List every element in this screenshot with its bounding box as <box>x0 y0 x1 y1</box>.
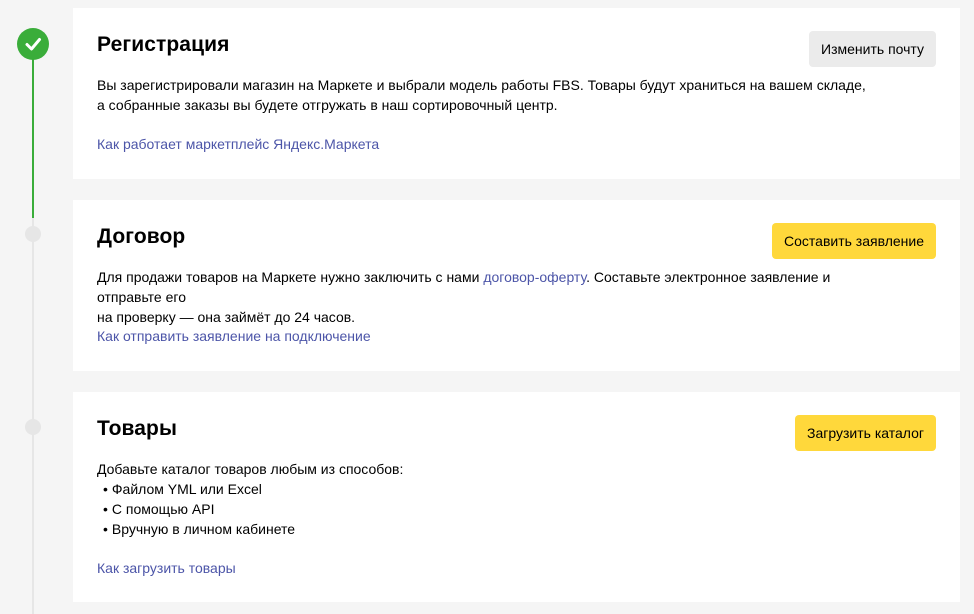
list-item: Вручную в личном кабинете <box>97 519 887 539</box>
change-email-button[interactable]: Изменить почту <box>809 31 936 67</box>
checkmark-icon <box>25 38 41 51</box>
timeline-pending-line <box>32 218 34 614</box>
description-line: Вы зарегистрировали магазин на Маркете и… <box>97 77 866 93</box>
step-card-contract: Договор Составить заявление Для продажи … <box>73 200 960 371</box>
step-completed-indicator <box>17 28 49 60</box>
step-title: Договор <box>97 225 186 248</box>
upload-catalog-button[interactable]: Загрузить каталог <box>795 415 936 451</box>
step-card-products: Товары Загрузить каталог Добавьте катало… <box>73 392 960 602</box>
description-intro: Добавьте каталог товаров любым из способ… <box>97 461 404 477</box>
step-pending-indicator <box>25 419 41 435</box>
step-title: Регистрация <box>97 33 230 56</box>
step-pending-indicator <box>25 226 41 242</box>
step-title: Товары <box>97 417 178 440</box>
description-text: Для продажи товаров на Маркете нужно зак… <box>97 269 484 285</box>
list-item: С помощью API <box>97 499 887 519</box>
step-description: Добавьте каталог товаров любым из способ… <box>97 459 887 539</box>
step-description: Вы зарегистрировали магазин на Маркете и… <box>97 75 887 115</box>
offer-contract-link[interactable]: договор-оферту <box>483 269 586 285</box>
upload-products-guide-link[interactable]: Как загрузить товары <box>97 560 236 576</box>
application-guide-link[interactable]: Как отправить заявление на подключение <box>97 328 371 344</box>
marketplace-info-link[interactable]: Как работает маркетплейс Яндекс.Маркета <box>97 136 379 152</box>
step-card-registration: Регистрация Изменить почту Вы зарегистри… <box>73 8 960 179</box>
list-item: Файлом YML или Excel <box>97 479 887 499</box>
step-description: Для продажи товаров на Маркете нужно зак… <box>97 267 887 327</box>
timeline-progress-line <box>32 58 34 218</box>
upload-methods-list: Файлом YML или Excel С помощью API Вручн… <box>97 479 887 539</box>
description-line: на проверку — она займёт до 24 часов. <box>97 309 356 325</box>
create-application-button[interactable]: Составить заявление <box>772 223 936 259</box>
description-line: а собранные заказы вы будете отгружать в… <box>97 97 558 113</box>
